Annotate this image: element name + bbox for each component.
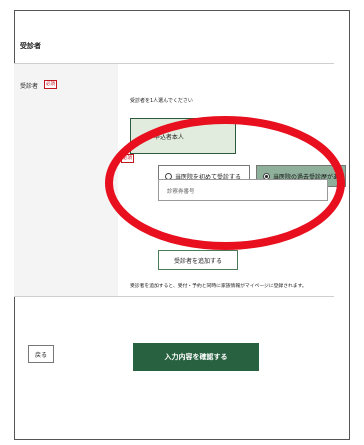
- required-badge: 必須: [44, 80, 57, 89]
- divider: [14, 296, 334, 297]
- add-patient-button[interactable]: 受診者を追加する: [158, 250, 238, 270]
- instruction-text: 受診者を1人選んでください: [130, 98, 193, 104]
- patient-option-self-label: 申込者本人: [153, 133, 184, 141]
- back-button[interactable]: 戻る: [28, 345, 54, 363]
- form-label-column: [14, 64, 118, 296]
- patient-option-self[interactable]: ✓ 申込者本人: [130, 118, 236, 154]
- add-patient-note: 受診者を追加すると、受付・予約と同時に家族情報がマイページに登録されます。: [130, 284, 307, 289]
- patient-label: 受診者: [20, 83, 39, 90]
- patient-id-input[interactable]: 診察券番号: [158, 179, 328, 201]
- check-icon: ✓: [145, 132, 151, 140]
- confirm-button[interactable]: 入力内容を確認する: [133, 343, 259, 371]
- section-title: 受診者: [20, 42, 41, 50]
- required-badge-patient-type: 必須: [121, 154, 134, 163]
